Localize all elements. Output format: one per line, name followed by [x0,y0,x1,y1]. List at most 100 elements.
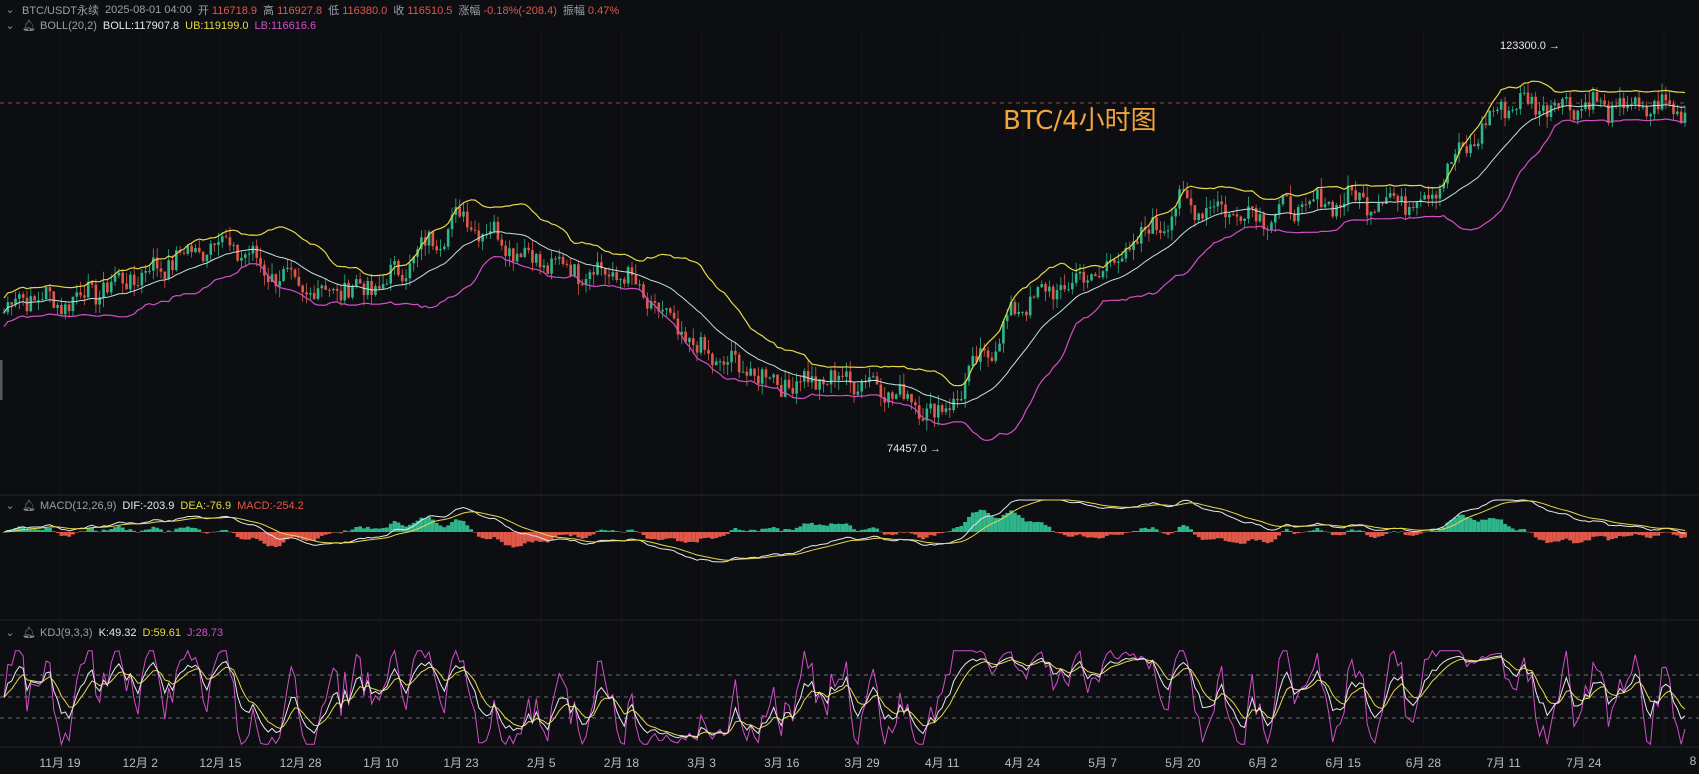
macd-bar [1208,532,1213,540]
macd-bar [484,532,489,540]
macd-bar [963,522,968,532]
price-chart[interactable] [0,0,1699,774]
close-label: 收 [393,5,405,17]
candle-body [1488,110,1492,126]
boll-name[interactable]: BOLL(20,2) [40,20,97,32]
macd-bar [760,528,765,532]
macd-bar [1112,532,1117,535]
change-label: 涨幅 [458,5,481,17]
x-axis-label: 12月 28 [279,756,322,770]
macd-bar [197,529,202,532]
macd-bar [794,527,799,532]
candle-body [404,278,408,282]
macd-bar [1472,519,1477,532]
macd-bar [599,529,604,532]
macd-bar [591,532,596,535]
candle-body [374,286,377,295]
macd-bar [1365,532,1370,536]
macd-bar [201,532,206,533]
candle-body [1641,106,1645,108]
macd-bar [319,532,324,536]
macd-bar [564,532,569,535]
high-price-annotation: 123300.0 → [1500,40,1560,52]
candle-body [990,357,994,361]
candle-body [906,393,909,399]
candle-body [615,272,618,280]
macd-bar [178,527,183,532]
macd-bar [790,529,795,532]
candle-body [1013,302,1017,315]
chevron-down-icon[interactable]: ⌄ [4,500,16,512]
macd-bar [1319,530,1324,532]
candle-body [554,258,557,260]
chevron-down-icon[interactable]: ⌄ [4,20,16,32]
chevron-down-icon[interactable]: ⌄ [4,627,16,639]
macd-bar [1426,531,1431,533]
candle-body [768,377,772,379]
candle-body [79,292,82,296]
macd-bar [1185,526,1190,532]
macd-bar [132,530,137,532]
macd-name[interactable]: MACD(12,26,9) [40,500,116,512]
macd-bar [139,530,144,532]
candle-body [1545,105,1549,117]
macd-bar [898,531,902,533]
macd-bar [1032,522,1036,532]
candle-body [477,230,481,242]
candle-body [259,257,262,265]
candle-body [443,246,446,249]
chevron-down-icon[interactable]: ⌄ [4,4,16,16]
macd-bar [1212,532,1216,540]
macd-bar [1430,530,1435,532]
macd-bar [1595,532,1599,537]
candle-body [286,267,289,269]
bell-icon[interactable]: 🔔︎ [22,627,36,639]
symbol-label[interactable]: BTC/USDT永续 [22,2,99,18]
candle-body [37,300,40,302]
candle-body [205,254,209,262]
candle-body [466,211,469,228]
x-axis-label: 6月 2 [1248,756,1278,770]
candle-body [1224,204,1227,218]
candle-body [1434,194,1438,199]
candle-body [1040,284,1044,288]
candle-body [573,264,576,276]
candle-body [1377,203,1380,212]
candle-body [305,292,308,295]
candle-body [515,253,519,262]
macd-bar [1074,532,1079,536]
macd-bar [944,531,948,533]
candle-body [102,282,105,298]
candle-body [638,284,641,286]
macd-bar [457,520,462,532]
kdj-name[interactable]: KDJ(9,3,3) [40,627,93,639]
candle-body [833,370,837,381]
candle-body [1235,214,1239,217]
candle-body [952,398,955,411]
candle-body [171,260,174,271]
macd-bar [1181,524,1186,532]
candle-body [228,237,232,246]
macd-bar [1372,532,1377,539]
candle-body [565,263,569,265]
macd-bar [1085,532,1090,538]
candle-body [611,272,615,277]
candle-body [523,247,527,258]
macd-dif-value: DIF:-203.9 [122,500,175,512]
candle-body [75,292,79,297]
candle-body [1216,201,1220,207]
candle-body [1653,100,1656,115]
candle-body [446,229,450,247]
candle-body [320,285,324,289]
bell-icon[interactable]: 🔔︎ [22,500,36,512]
macd-bar [189,527,194,532]
candle-body [201,251,205,262]
macd-bar [1415,532,1419,535]
candle-body [707,349,710,354]
macd-bar [878,531,883,533]
candle-body [316,288,320,299]
candle-body [1304,204,1308,206]
macd-bar [737,529,742,532]
macd-bar [1675,532,1680,536]
bell-icon[interactable]: 🔔︎ [22,20,36,32]
